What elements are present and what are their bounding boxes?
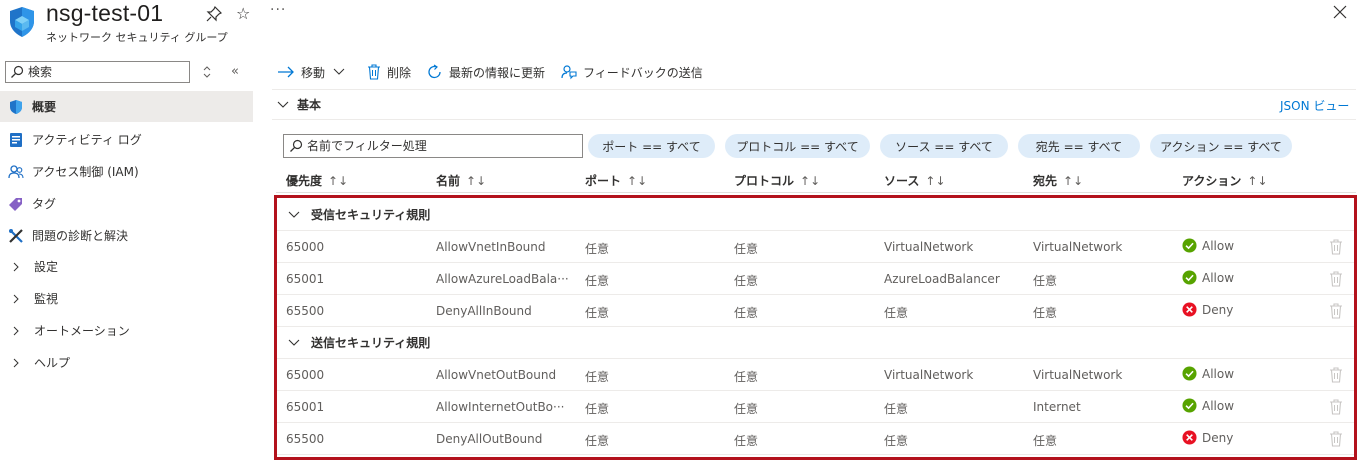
column-header-label: 名前 bbox=[436, 174, 461, 188]
sidebar-item-activity-log[interactable]: アクティビティ ログ bbox=[0, 124, 253, 155]
arrow-right-icon bbox=[278, 66, 294, 78]
refresh-button-label: 最新の情報に更新 bbox=[449, 65, 546, 80]
sidebar-search-box[interactable] bbox=[5, 61, 190, 83]
tag-icon bbox=[8, 196, 24, 212]
filter-pill-source[interactable]: ソース == すべて bbox=[880, 134, 1008, 158]
chevron-down-icon bbox=[333, 68, 345, 75]
column-header-protocol[interactable]: プロトコル ↑↓ bbox=[734, 172, 820, 189]
sidebar-item-label: 監視 bbox=[34, 292, 59, 306]
header-divider bbox=[276, 192, 1356, 193]
pin-icon[interactable] bbox=[206, 6, 222, 22]
sort-arrows-icon: ↑↓ bbox=[800, 173, 821, 188]
filter-pill-port[interactable]: ポート == すべて bbox=[588, 134, 715, 158]
refresh-button[interactable]: 最新の情報に更新 bbox=[427, 64, 545, 81]
move-button[interactable]: 移動 bbox=[277, 64, 351, 81]
name-filter-box[interactable] bbox=[283, 134, 583, 158]
column-header-label: 優先度 bbox=[286, 174, 323, 188]
sidebar-item-label: 問題の診断と解決 bbox=[32, 229, 129, 243]
column-header-destination[interactable]: 宛先 ↑↓ bbox=[1033, 172, 1083, 189]
json-view-link[interactable]: JSON ビュー bbox=[1280, 97, 1349, 114]
search-icon bbox=[11, 65, 24, 78]
sidebar-item-automation[interactable]: オートメーション bbox=[0, 315, 253, 346]
chevron-right-icon bbox=[13, 326, 19, 335]
chevron-down-icon bbox=[277, 101, 289, 108]
column-header-label: アクション bbox=[1182, 174, 1242, 188]
essentials-divider bbox=[272, 119, 1356, 120]
sort-toggle-icon[interactable] bbox=[201, 65, 213, 79]
close-icon[interactable] bbox=[1332, 4, 1348, 20]
sidebar-item-settings[interactable]: 設定 bbox=[0, 251, 253, 282]
search-icon bbox=[290, 139, 303, 152]
highlight-box bbox=[274, 195, 1357, 460]
sidebar-item-label: ヘルプ bbox=[34, 356, 71, 370]
sidebar-item-diagnose[interactable]: 問題の診断と解決 bbox=[0, 220, 253, 251]
feedback-icon bbox=[561, 65, 577, 80]
blade-header: nsg-test-01 ネットワーク セキュリティ グループ ☆ ··· bbox=[0, 0, 1361, 48]
sidebar-item-label: オートメーション bbox=[34, 324, 130, 338]
chevron-right-icon bbox=[13, 262, 19, 271]
sort-arrows-icon: ↑↓ bbox=[925, 173, 946, 188]
favorite-star-icon[interactable]: ☆ bbox=[236, 4, 250, 23]
sort-arrows-icon: ↑↓ bbox=[1063, 173, 1084, 188]
column-header-name[interactable]: 名前 ↑↓ bbox=[436, 172, 486, 189]
sidebar-item-label: アクティビティ ログ bbox=[32, 133, 142, 147]
wrench-icon bbox=[8, 228, 24, 244]
sort-arrows-icon: ↑↓ bbox=[1247, 173, 1268, 188]
delete-button-label: 削除 bbox=[387, 65, 412, 80]
sidebar-item-tags[interactable]: タグ bbox=[0, 188, 253, 219]
column-header-label: プロトコル bbox=[734, 174, 795, 188]
log-icon bbox=[8, 132, 24, 148]
sidebar-item-label: タグ bbox=[32, 197, 57, 211]
column-header-priority[interactable]: 優先度 ↑↓ bbox=[286, 172, 348, 189]
column-header-port[interactable]: ポート ↑↓ bbox=[585, 172, 647, 189]
column-header-label: 宛先 bbox=[1033, 174, 1058, 188]
sort-arrows-icon: ↑↓ bbox=[328, 173, 349, 188]
feedback-button[interactable]: フィードバックの送信 bbox=[561, 64, 703, 81]
more-options-button[interactable]: ··· bbox=[270, 2, 286, 18]
essentials-toggle[interactable]: 基本 bbox=[277, 96, 321, 113]
essentials-label: 基本 bbox=[297, 98, 322, 112]
people-icon bbox=[8, 164, 24, 180]
filter-pill-destination[interactable]: 宛先 == すべて bbox=[1018, 134, 1140, 158]
collapse-sidebar-button[interactable]: « bbox=[231, 64, 239, 79]
sidebar-item-label: 設定 bbox=[34, 260, 59, 274]
sort-arrows-icon: ↑↓ bbox=[466, 173, 487, 188]
chevron-right-icon bbox=[13, 294, 19, 303]
sidebar-item-iam[interactable]: アクセス制御 (IAM) bbox=[0, 156, 253, 187]
column-header-label: ポート bbox=[585, 174, 622, 188]
shield-icon bbox=[8, 99, 24, 115]
filter-pill-action[interactable]: アクション == すべて bbox=[1150, 134, 1292, 158]
column-header-label: ソース bbox=[884, 174, 920, 188]
sidebar-item-label: アクセス制御 (IAM) bbox=[32, 165, 139, 179]
chevron-right-icon bbox=[13, 358, 19, 367]
page-title: nsg-test-01 bbox=[46, 0, 164, 26]
toolbar-divider bbox=[272, 89, 1356, 90]
sidebar-item-monitoring[interactable]: 監視 bbox=[0, 283, 253, 314]
column-header-action[interactable]: アクション ↑↓ bbox=[1182, 172, 1268, 189]
sidebar-item-help[interactable]: ヘルプ bbox=[0, 347, 253, 378]
page-subtitle: ネットワーク セキュリティ グループ bbox=[46, 31, 228, 44]
sidebar-item-overview[interactable]: 概要 bbox=[0, 91, 253, 122]
sidebar-search-input[interactable] bbox=[28, 63, 186, 81]
trash-icon bbox=[368, 64, 381, 80]
nsg-shield-icon bbox=[10, 7, 34, 37]
refresh-icon bbox=[428, 64, 441, 79]
command-bar: 移動 削除 最新の情報に更新 フィードバックの送信 bbox=[277, 60, 719, 84]
filter-pill-protocol[interactable]: プロトコル == すべて bbox=[725, 134, 870, 158]
move-button-label: 移動 bbox=[301, 65, 326, 80]
name-filter-input[interactable] bbox=[307, 137, 577, 155]
delete-button[interactable]: 削除 bbox=[367, 64, 411, 81]
feedback-button-label: フィードバックの送信 bbox=[583, 65, 703, 80]
column-header-source[interactable]: ソース ↑↓ bbox=[884, 172, 946, 189]
sidebar-item-label: 概要 bbox=[32, 100, 57, 114]
sort-arrows-icon: ↑↓ bbox=[627, 173, 648, 188]
